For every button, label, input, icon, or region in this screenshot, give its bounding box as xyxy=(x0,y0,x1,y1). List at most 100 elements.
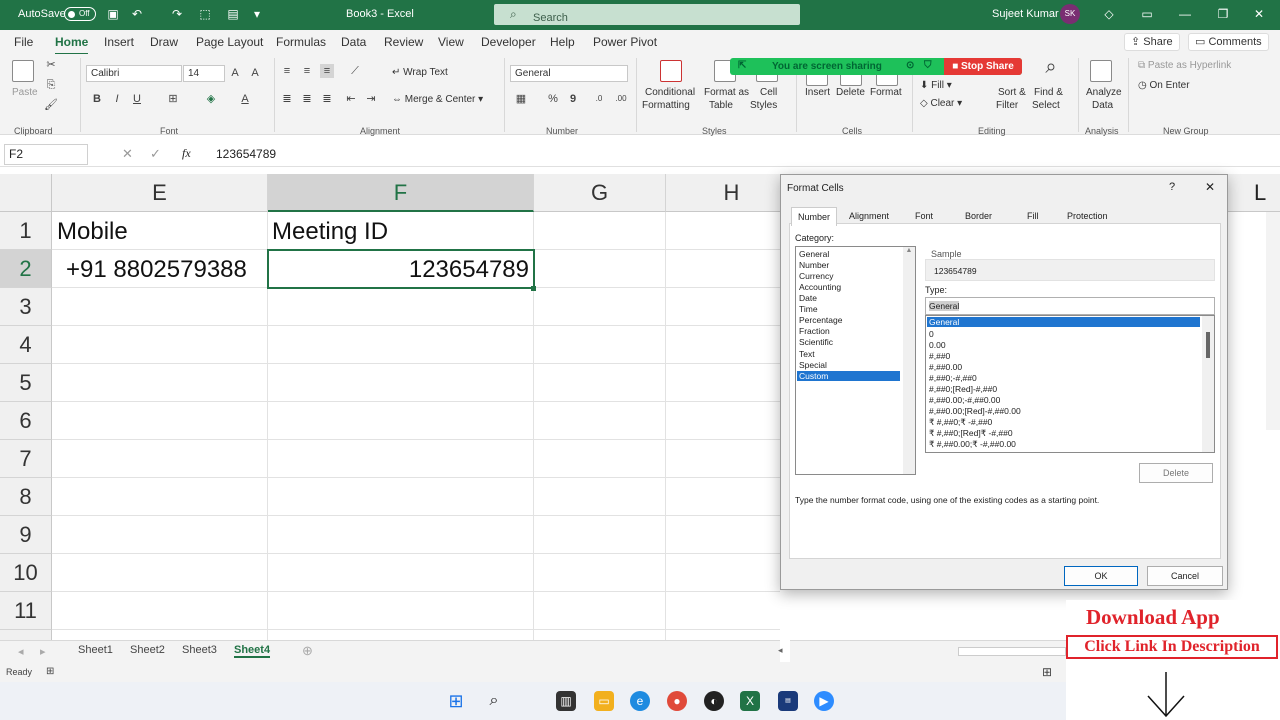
format-list-scrollbar[interactable] xyxy=(1202,316,1214,452)
windows-start-icon[interactable]: ⊞ xyxy=(446,691,466,711)
cell-e2[interactable]: +91 8802579388 xyxy=(66,256,247,284)
cancel-entry-icon[interactable]: ✕ xyxy=(122,146,133,162)
format-item[interactable]: ₹ #,##0.00;₹ -#,##0.00 xyxy=(929,439,1016,450)
cell-styles-label-2[interactable]: Styles xyxy=(750,100,777,111)
column-header-e[interactable]: E xyxy=(52,174,268,212)
undo-icon[interactable]: ↶ xyxy=(130,7,144,21)
new-sheet-icon[interactable]: ⊕ xyxy=(302,643,313,659)
find-select-label-2[interactable]: Select xyxy=(1032,100,1060,111)
global-app-icon[interactable]: ▤ xyxy=(778,691,798,711)
category-item[interactable]: Percentage xyxy=(799,315,842,325)
category-item[interactable]: Currency xyxy=(799,271,833,281)
format-painter-icon[interactable]: 🖌 xyxy=(44,98,58,112)
avatar[interactable]: SK xyxy=(1060,4,1080,24)
column-header-g[interactable]: G xyxy=(534,174,666,212)
format-item[interactable]: 0.00 xyxy=(929,340,946,350)
category-item[interactable]: Text xyxy=(799,349,815,359)
analyze-data-label-1[interactable]: Analyze xyxy=(1086,87,1122,98)
format-item[interactable]: #,##0 xyxy=(929,351,950,361)
row-header-3[interactable]: 3 xyxy=(0,288,52,326)
category-item[interactable]: Scientific xyxy=(799,337,833,347)
format-item[interactable]: #,##0;-#,##0 xyxy=(929,373,977,383)
menu-formulas[interactable]: Formulas xyxy=(276,35,326,49)
paste-icon[interactable] xyxy=(12,60,34,82)
row-header-11[interactable]: 11 xyxy=(0,592,52,630)
next-sheet-icon[interactable]: ▸ xyxy=(40,645,46,658)
font-name-select[interactable]: Calibri xyxy=(86,65,182,82)
customize-toolbar-icon[interactable]: ▾ xyxy=(250,7,264,21)
cell-styles-label-1[interactable]: Cell xyxy=(760,87,777,98)
percent-icon[interactable]: % xyxy=(546,92,560,106)
column-header-h[interactable]: H xyxy=(666,174,780,212)
category-list[interactable]: General Number Currency Accounting Date … xyxy=(795,246,916,475)
ribbon-display-icon[interactable]: ▭ xyxy=(1140,7,1154,21)
menu-file[interactable]: File xyxy=(14,35,33,49)
format-item[interactable]: #,##0.00;[Red]-#,##0.00 xyxy=(929,406,1021,416)
scroll-left-icon[interactable]: ◂ xyxy=(778,645,790,657)
stop-share-button[interactable]: ■ Stop Share xyxy=(944,58,1022,75)
prev-sheet-icon[interactable]: ◂ xyxy=(18,645,24,658)
help-icon[interactable]: ? xyxy=(1169,181,1175,193)
decrease-decimal-icon[interactable]: .00 xyxy=(614,92,628,106)
ok-button[interactable]: OK xyxy=(1064,566,1138,586)
conditional-formatting-label-2[interactable]: Formatting xyxy=(642,100,690,111)
font-color-icon[interactable]: A xyxy=(238,92,252,106)
menu-help[interactable]: Help xyxy=(550,35,575,49)
align-top-icon[interactable]: ≡ xyxy=(280,64,294,78)
bold-icon[interactable]: B xyxy=(90,92,104,106)
scrollbar-thumb[interactable] xyxy=(958,647,1066,656)
formula-input[interactable]: 123654789 xyxy=(216,147,276,161)
row-header-6[interactable]: 6 xyxy=(0,402,52,440)
decrease-font-icon[interactable]: A xyxy=(248,66,262,80)
row-header-7[interactable]: 7 xyxy=(0,440,52,478)
format-as-table-label-2[interactable]: Table xyxy=(709,100,733,111)
excel-icon[interactable]: X xyxy=(740,691,760,711)
analyze-data-label-2[interactable]: Data xyxy=(1092,100,1113,111)
restore-icon[interactable]: ❐ xyxy=(1216,7,1230,21)
delete-format-button[interactable]: Delete xyxy=(1139,463,1213,483)
copy-icon[interactable]: ⎘ xyxy=(44,78,58,92)
increase-decimal-icon[interactable]: .0 xyxy=(592,92,606,106)
comma-style-icon[interactable]: 9 xyxy=(566,92,580,106)
row-header-12[interactable] xyxy=(0,630,52,640)
sheet-tab-4[interactable]: Sheet4 xyxy=(234,644,271,658)
tab-border[interactable]: Border xyxy=(965,211,992,221)
fill-button[interactable]: ⬇ Fill ▾ xyxy=(920,80,952,91)
borders-icon[interactable]: ⊞ xyxy=(166,92,180,106)
format-item-selected[interactable]: General xyxy=(927,317,1200,327)
category-item[interactable]: Special xyxy=(799,360,827,370)
find-select-icon[interactable]: ⌕ xyxy=(1040,57,1062,82)
increase-indent-icon[interactable]: ⇥ xyxy=(364,92,378,106)
confirm-entry-icon[interactable]: ✓ xyxy=(150,146,161,162)
row-header-1[interactable]: 1 xyxy=(0,212,52,250)
type-input[interactable]: General xyxy=(925,297,1215,315)
format-item[interactable]: #,##0;[Red]-#,##0 xyxy=(929,384,997,394)
underline-icon[interactable]: U xyxy=(130,92,144,106)
menu-draw[interactable]: Draw xyxy=(150,35,178,49)
category-item[interactable]: General xyxy=(799,249,829,259)
menu-view[interactable]: View xyxy=(438,35,464,49)
format-cells-button[interactable]: Format xyxy=(870,87,902,98)
row-header-8[interactable]: 8 xyxy=(0,478,52,516)
align-middle-icon[interactable]: ≡ xyxy=(300,64,314,78)
select-all-corner[interactable] xyxy=(0,174,52,212)
tab-alignment[interactable]: Alignment xyxy=(849,211,889,221)
align-right-icon[interactable]: ≣ xyxy=(320,92,334,106)
dialog-close-icon[interactable]: ✕ xyxy=(1205,180,1215,194)
format-item[interactable]: #,##0.00;-#,##0.00 xyxy=(929,395,1000,405)
horizontal-scrollbar[interactable] xyxy=(790,640,1066,662)
share-button[interactable]: ⇪ Share xyxy=(1124,33,1180,51)
sheet-tab-1[interactable]: Sheet1 xyxy=(78,644,113,656)
macro-record-icon[interactable]: ⊞ xyxy=(46,666,54,677)
promo-subline[interactable]: Click Link In Description xyxy=(1066,635,1278,659)
diamond-icon[interactable]: ◇ xyxy=(1102,7,1116,21)
tab-protection[interactable]: Protection xyxy=(1067,211,1108,221)
menu-review[interactable]: Review xyxy=(384,35,423,49)
zoom-icon[interactable]: ▶ xyxy=(814,691,834,711)
format-item[interactable]: ₹ #,##0;₹ -#,##0 xyxy=(929,417,992,428)
vertical-scrollbar[interactable] xyxy=(1266,212,1280,430)
category-item[interactable]: Fraction xyxy=(799,326,830,336)
format-as-table-label-1[interactable]: Format as xyxy=(704,87,749,98)
worksheet-grid[interactable]: E F G H 1 2 3 4 5 6 7 8 9 10 11 Mobile M… xyxy=(0,174,780,640)
cell-e1[interactable]: Mobile xyxy=(57,218,128,246)
